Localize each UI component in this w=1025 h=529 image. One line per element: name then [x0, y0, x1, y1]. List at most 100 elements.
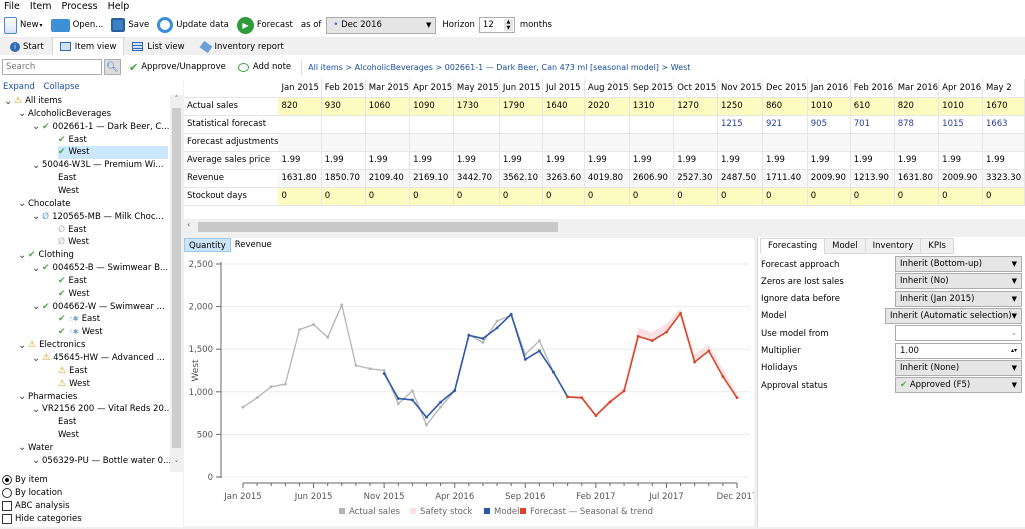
tree-node[interactable]: ✔ West — [58, 146, 168, 160]
tree-node[interactable]: ✔ East — [58, 134, 87, 147]
tree-node[interactable]: ⌄ Water — [18, 442, 53, 455]
scroll-up-icon[interactable]: ˄ — [170, 95, 183, 107]
use-model-from-combo[interactable]: ⌄ — [895, 325, 1022, 342]
search-input[interactable]: Search — [2, 59, 102, 75]
column-header[interactable]: Jan 2016 — [807, 79, 851, 98]
menu-file[interactable]: File — [0, 0, 26, 13]
chevron-down-icon[interactable]: ▼ — [1012, 361, 1017, 375]
property-dropdown[interactable]: Inherit (Automatic selection) ▼ — [885, 307, 1022, 324]
tab-kpis[interactable]: KPIs — [920, 238, 954, 254]
as-of-date-dropdown[interactable]: • Dec 2016 ▼ — [326, 16, 437, 34]
chevron-down-icon[interactable]: ▼ — [1012, 274, 1017, 288]
column-header[interactable]: Nov 2015 — [717, 79, 763, 98]
scroll-down-icon[interactable]: ˅ — [170, 460, 183, 472]
chevron-down-icon[interactable]: ▼ — [1012, 292, 1017, 306]
tree-node[interactable]: West — [58, 429, 79, 442]
horizon-spinner[interactable]: 12 ▲ ▼ — [478, 17, 515, 33]
chevron-down-icon[interactable]: ⌄ — [18, 109, 28, 119]
tab-model[interactable]: Model — [824, 238, 866, 254]
chevron-down-icon[interactable]: ▼ — [1012, 257, 1017, 271]
new-button[interactable]: New ▾ — [4, 16, 43, 34]
tree-node[interactable]: ⌄ ✔ Clothing — [18, 249, 74, 262]
collapse-link[interactable]: Collapse — [44, 82, 80, 92]
table-cell[interactable] — [894, 133, 940, 152]
table-cell[interactable] — [453, 133, 500, 152]
column-header[interactable]: Aug 2015 — [584, 79, 630, 98]
chevron-down-icon[interactable]: ⌄ — [32, 160, 42, 170]
column-header[interactable]: Mar 2016 — [894, 79, 940, 98]
property-dropdown[interactable]: Inherit (Bottom-up) ▼ — [895, 256, 1022, 272]
table-cell[interactable] — [717, 133, 763, 152]
tree-node[interactable]: ⌄ VR2156 200 — Vital Reds 20... — [32, 403, 170, 416]
forecast-button[interactable]: ▶ Forecast — [236, 16, 293, 34]
tree-node[interactable]: ⌄ ✔ 004662-W — Swimwear ... — [32, 301, 165, 314]
tree-node[interactable]: ⌄ 50046-W3L — Premium Wi... — [32, 159, 163, 172]
column-header[interactable]: Sep 2015 — [629, 79, 675, 98]
update-data-button[interactable]: Update data — [157, 17, 229, 33]
tree-node[interactable]: ⌄ Ø 120565-MB — Milk Choc... — [32, 211, 164, 224]
tree-node[interactable]: ⌄ Chocolate — [18, 198, 71, 211]
table-cell[interactable] — [762, 133, 808, 152]
tree-node[interactable]: ⌄ ⚠ All items — [4, 95, 62, 108]
tab-list-view[interactable]: List view — [124, 38, 192, 55]
tree-node[interactable]: Ø East — [58, 224, 86, 237]
column-header[interactable]: Apr 2016 — [938, 79, 983, 98]
tree-node[interactable]: East — [58, 416, 76, 429]
column-header[interactable]: Mar 2015 — [365, 79, 411, 98]
tab-inventory-report[interactable]: Inventory report — [193, 38, 292, 55]
tree-node[interactable]: ⌄ ⚠ Electronics — [18, 339, 85, 352]
hide-categories-checkbox[interactable]: Hide categories — [2, 513, 82, 525]
tab-inventory[interactable]: Inventory — [864, 238, 922, 254]
property-dropdown[interactable]: ✔ Approved (F5) ▼ — [895, 377, 1022, 394]
chevron-down-icon[interactable]: ⌄ — [32, 456, 42, 466]
grid-scrollbar-thumb[interactable] — [198, 222, 558, 232]
tree-node[interactable]: ⌄ Pharmacies — [18, 391, 77, 404]
column-header[interactable]: Jan 2015 — [278, 79, 322, 98]
chevron-down-icon[interactable]: ⌄ — [1011, 326, 1017, 340]
property-dropdown[interactable]: Inherit (No) ▼ — [895, 273, 1022, 290]
column-header[interactable]: May 2 — [982, 79, 1025, 98]
column-header[interactable]: Feb 2016 — [850, 79, 895, 98]
chevron-down-icon[interactable]: ⌄ — [32, 404, 42, 414]
property-dropdown[interactable]: Inherit (Jan 2015) ▼ — [895, 290, 1022, 307]
chevron-down-icon[interactable]: ⌄ — [18, 392, 28, 402]
chevron-down-icon[interactable]: ⌄ — [18, 250, 28, 260]
scrollbar-thumb[interactable] — [172, 108, 181, 448]
tree-node[interactable]: ✔ East — [58, 275, 87, 288]
table-cell[interactable] — [673, 133, 719, 152]
breadcrumb[interactable]: All items > AlcoholicBeverages > 002661-… — [308, 63, 690, 72]
property-dropdown[interactable]: Inherit (None) ▼ — [895, 359, 1022, 376]
chevron-down-icon[interactable]: ⌄ — [32, 263, 42, 273]
table-cell[interactable] — [584, 133, 630, 152]
approve-unapprove-button[interactable]: ✔ Approve/Unapprove — [129, 61, 226, 74]
tree-node[interactable]: East — [58, 172, 76, 185]
table-cell[interactable] — [278, 133, 322, 152]
chevron-down-icon[interactable]: ⌄ — [32, 212, 42, 222]
table-cell[interactable] — [938, 133, 983, 152]
tree-node[interactable]: ✔ ☝✱ East — [58, 313, 100, 326]
chevron-down-icon[interactable]: ⌄ — [18, 340, 28, 350]
add-note-button[interactable]: Add note — [237, 62, 291, 72]
chevron-down-icon[interactable]: ▼ — [1012, 378, 1017, 392]
save-button[interactable]: Save — [111, 18, 149, 32]
tab-forecasting[interactable]: Forecasting — [760, 238, 826, 254]
tree-node[interactable]: ⌄ AlcoholicBeverages — [18, 108, 111, 121]
tree-node[interactable]: ⌄ 056329-PU — Bottle water 0... — [32, 455, 170, 468]
search-button[interactable]: 🔍︎ — [104, 59, 121, 75]
tree-node[interactable]: ⌄ ✔ 002661-1 — Dark Beer, C... — [32, 121, 169, 134]
table-cell[interactable] — [807, 133, 851, 152]
table-cell[interactable] — [629, 133, 675, 152]
column-header[interactable]: Oct 2015 — [673, 79, 719, 98]
column-header[interactable]: Apr 2015 — [409, 79, 454, 98]
column-header[interactable]: Dec 2015 — [762, 79, 808, 98]
tree-vertical-scrollbar[interactable]: ˄ ˅ — [170, 95, 183, 472]
chevron-down-icon[interactable]: ⌄ — [32, 302, 42, 312]
table-cell[interactable] — [499, 133, 543, 152]
tab-start[interactable]: i Start — [2, 38, 52, 55]
chevron-down-icon[interactable]: ▼ — [1012, 309, 1017, 323]
scroll-left-icon[interactable]: ‹ — [187, 220, 190, 229]
open-button[interactable]: Open... — [50, 18, 103, 32]
chevron-down-icon[interactable]: ⌄ — [32, 353, 42, 363]
tree-node[interactable]: Ø West — [58, 236, 89, 249]
column-header[interactable]: Jun 2015 — [499, 79, 543, 98]
